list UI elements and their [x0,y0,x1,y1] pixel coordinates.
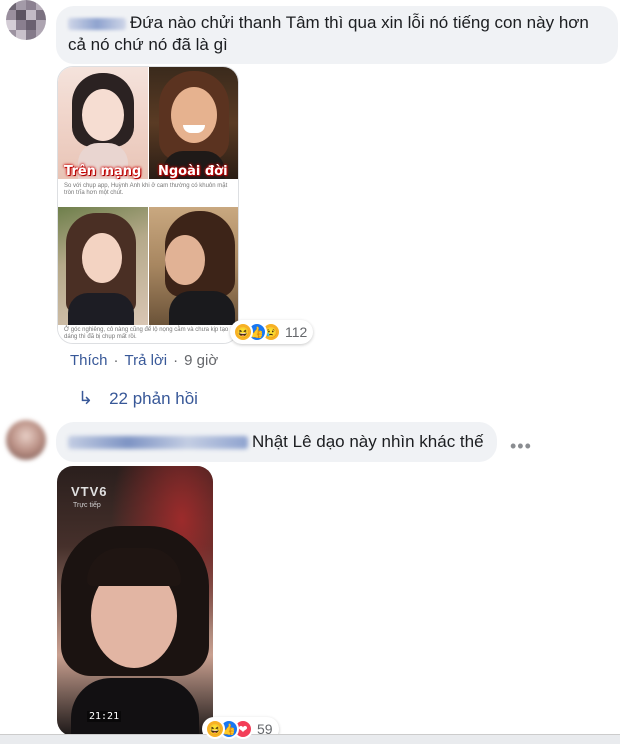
view-replies[interactable]: ↳ 22 phản hồi [78,388,198,409]
comment-time[interactable]: 9 giờ [184,352,218,369]
channel-logo: VTV6 [71,484,108,499]
collage-caption-1: So với chụp app, Huỳnh Anh khi ở cam thư… [58,181,238,205]
window-bottom-bar [0,734,620,744]
comment-text: Đứa nào chửi thanh Tâm thì qua xin lỗi n… [68,13,589,54]
reply-link[interactable]: Trả lời [125,352,168,369]
separator-dot: · [113,352,119,369]
comment-bubble: Nhật Lê dạo này nhìn khác thế [56,422,497,462]
comment-bubble: Đứa nào chửi thanh Tâm thì qua xin lỗi n… [56,6,618,64]
comment-image[interactable]: VTV6 Trực tiếp 21:21 [57,466,213,736]
reaction-count: 112 [285,324,308,340]
photo-online-1 [58,67,148,179]
label-real: Ngoài đời [158,164,228,179]
live-label: Trực tiếp [73,502,101,509]
commenter-avatar[interactable] [6,420,46,460]
commenter-avatar[interactable] [6,0,46,40]
collage-caption-2: Ở góc nghiêng, cô nàng cũng để lộ nọng c… [58,325,238,343]
reply-arrow-icon: ↳ [78,388,94,408]
commenter-name[interactable] [68,436,248,450]
like-link[interactable]: Thích [70,352,108,369]
replies-count[interactable]: 22 phản hồi [109,389,198,409]
haha-icon: 😆 [233,322,253,342]
photo-online-2 [58,207,148,325]
haha-icon: 😆 [205,719,225,739]
video-timestamp: 21:21 [87,711,122,722]
photo-real-2 [149,207,238,325]
comment-image[interactable]: Trên mạng Ngoài đời So với chụp app, Huỳ… [57,66,239,344]
comment-text: Nhật Lê dạo này nhìn khác thế [252,432,484,451]
label-online: Trên mạng [64,164,142,179]
separator-dot: · [173,352,179,369]
photo-real-1 [149,67,238,179]
commenter-name[interactable] [68,17,126,30]
reaction-summary[interactable]: 😆 👍 😢 112 [230,320,314,344]
comment-actions: Thích · Trả lời · 9 giờ [70,352,218,369]
more-icon[interactable]: ••• [510,436,532,457]
